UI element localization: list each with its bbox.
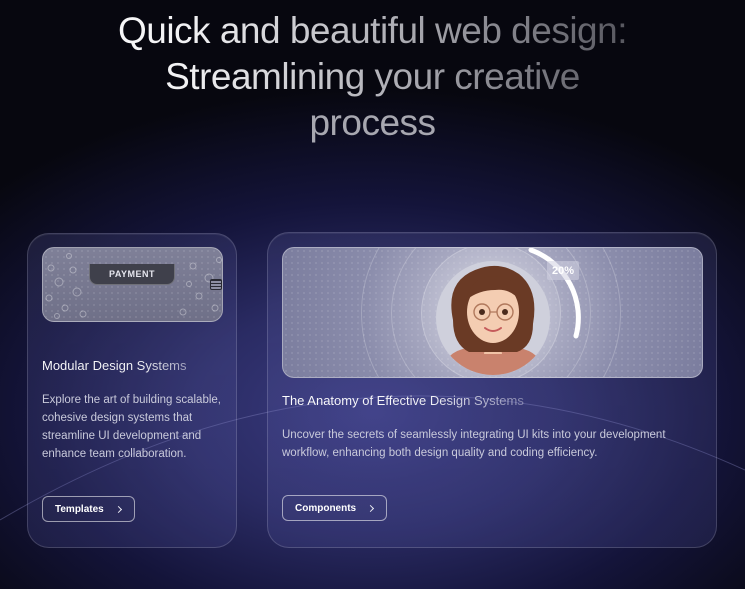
card-chip-icon <box>210 279 222 290</box>
templates-button[interactable]: Templates <box>42 496 135 522</box>
circle-pattern-graphic <box>45 253 222 319</box>
card-title: Modular Design Systems <box>42 358 222 373</box>
components-button[interactable]: Components <box>282 495 387 521</box>
hero-line-2: Streamlining your creative <box>0 54 745 100</box>
payment-card-preview: PAYMENT <box>42 247 223 322</box>
card-anatomy-design-systems: 20% The Anatomy of Effective Design Syst… <box>267 232 717 548</box>
hero-line-1: Quick and beautiful web design: <box>0 8 745 54</box>
progress-percentage: 20% <box>547 261 579 280</box>
card-modular-design-systems: PAYMENT Modular Design Systems Explore t… <box>27 233 237 548</box>
chevron-right-icon <box>367 504 375 513</box>
card-description: Explore the art of building scalable, co… <box>42 394 221 460</box>
hero-heading: Quick and beautiful web design: Streamli… <box>0 8 745 146</box>
chevron-right-icon <box>114 505 122 514</box>
hero-line-3: process <box>309 102 436 143</box>
payment-label: PAYMENT <box>89 264 175 285</box>
templates-button-label: Templates <box>55 503 104 515</box>
card-description: Uncover the secrets of seamlessly integr… <box>282 429 666 459</box>
avatar-progress-preview: 20% <box>282 247 703 378</box>
avatar-illustration <box>436 261 550 375</box>
components-button-label: Components <box>295 502 357 514</box>
card-title: The Anatomy of Effective Design Systems <box>282 393 552 408</box>
